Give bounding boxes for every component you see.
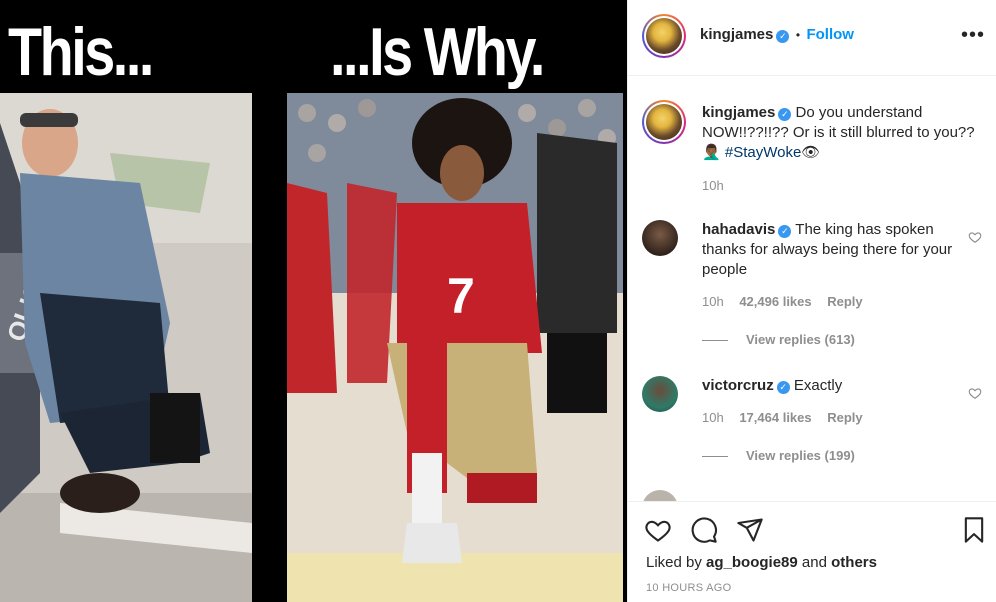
comment-icon[interactable] <box>690 516 718 544</box>
verified-badge-icon: ✓ <box>776 381 790 394</box>
reply-button[interactable]: Reply <box>827 410 862 425</box>
comment-time: 10h <box>702 410 724 425</box>
liked-by-others[interactable]: others <box>831 554 877 571</box>
view-replies-button[interactable]: View replies (613) <box>702 332 855 347</box>
caption-left: This... <box>8 14 154 90</box>
like-comment-heart-icon[interactable] <box>968 386 982 400</box>
comment-time: 10h <box>702 294 724 309</box>
caption-right: ...Is Why. <box>330 14 545 90</box>
comment-item-partial <box>642 490 982 501</box>
police-photo: OLIS <box>0 93 252 602</box>
heart-icon[interactable] <box>644 516 672 544</box>
share-icon[interactable] <box>736 516 764 544</box>
bookmark-icon[interactable] <box>960 516 988 544</box>
verified-badge-icon: ✓ <box>776 30 790 43</box>
follow-button[interactable]: Follow <box>806 26 854 43</box>
comment-item: hahadavis ✓ The king has spoken thanks fo… <box>642 220 982 360</box>
comment-username[interactable]: hahadavis <box>702 221 775 238</box>
avatar[interactable] <box>642 14 686 58</box>
avatar[interactable] <box>642 490 678 501</box>
header-username[interactable]: kingjames <box>700 26 773 43</box>
avatar[interactable] <box>642 100 686 144</box>
hashtag-link[interactable]: #StayWoke <box>725 144 801 161</box>
avatar[interactable] <box>642 376 678 412</box>
liked-by-user[interactable]: ag_boogie89 <box>706 554 798 571</box>
likes-summary: Liked by ag_boogie89 and others <box>646 554 877 571</box>
comments-list[interactable]: kingjames ✓ Do you understand NOW!!??!!??… <box>628 77 996 501</box>
post-header: kingjames ✓ • Follow ••• <box>628 0 996 76</box>
reply-button[interactable]: Reply <box>827 294 862 309</box>
post-actions: Liked by ag_boogie89 and others 10 HOURS… <box>628 501 996 602</box>
avatar[interactable] <box>642 220 678 256</box>
caption-comment: kingjames ✓ Do you understand NOW!!??!!??… <box>642 100 982 200</box>
jersey-number: 7 <box>447 268 475 324</box>
verified-badge-icon: ✓ <box>778 225 792 238</box>
comment-username[interactable]: victorcruz <box>702 377 774 394</box>
like-comment-heart-icon[interactable] <box>968 230 982 244</box>
comment-username[interactable]: kingjames <box>702 104 775 121</box>
eye-emoji-icon: 👁 <box>801 144 821 161</box>
verified-badge-icon: ✓ <box>778 108 792 121</box>
comment-likes[interactable]: 17,464 likes <box>739 410 811 425</box>
more-options-icon[interactable]: ••• <box>961 24 985 47</box>
post-image[interactable]: This... ...Is Why. OLIS <box>0 0 627 602</box>
comment-time: 10h <box>702 178 724 193</box>
view-replies-button[interactable]: View replies (199) <box>702 448 855 463</box>
comment-item: victorcruz ✓ Exactly 10h 17,464 likes Rep… <box>642 376 982 501</box>
post-timestamp[interactable]: 10 HOURS AGO <box>646 582 732 594</box>
separator: • <box>795 28 801 42</box>
comment-text: Exactly <box>793 377 843 394</box>
comment-likes[interactable]: 42,496 likes <box>739 294 811 309</box>
post-sidebar: kingjames ✓ • Follow ••• kingjames ✓ Do yo… <box>627 0 996 602</box>
kneeling-photo: 7 <box>287 93 623 602</box>
facepalm-emoji-icon: 🤦🏾‍♂️ <box>702 144 721 161</box>
